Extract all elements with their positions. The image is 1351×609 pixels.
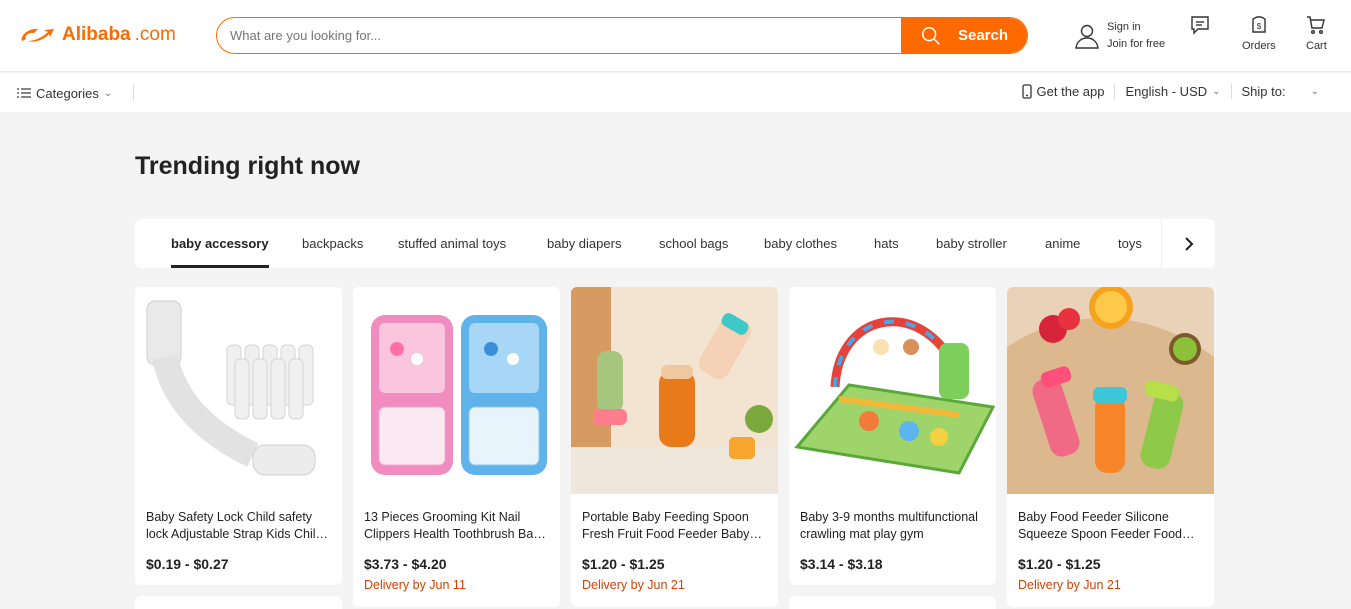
search-input[interactable] (217, 18, 901, 53)
product-card[interactable]: 13 Pieces Grooming Kit Nail Clippers Hea… (353, 287, 560, 607)
product-price: $3.73 - $4.20 (364, 556, 447, 572)
get-app-label: Get the app (1036, 84, 1105, 99)
product-card[interactable]: Baby Food Feeder Silicone Squeeze Spoon … (1007, 287, 1214, 607)
cart-label: Cart (1306, 40, 1327, 52)
product-image-feeding-spoon[interactable] (571, 287, 778, 494)
product-price: $0.19 - $0.27 (146, 556, 229, 572)
ship-to-selector[interactable]: Ship to: ⌄ (1230, 84, 1329, 99)
search-button-label: Search (957, 27, 1009, 44)
tab-hats[interactable]: hats (874, 236, 899, 251)
product-image-safety-lock[interactable] (135, 287, 342, 494)
trending-tabs: baby accessory backpacks stuffed animal … (135, 219, 1215, 268)
logo-suffix: .com (134, 24, 176, 45)
product-name[interactable]: Baby 3-9 months multifunctional crawling… (800, 509, 986, 543)
ship-to-label: Ship to: (1241, 84, 1286, 99)
tabs-next-button[interactable] (1161, 219, 1215, 268)
product-card[interactable]: Baby 3-9 months multifunctional crawling… (789, 287, 996, 585)
chevron-down-icon: ⌄ (103, 87, 113, 99)
subnav-right: Get the app English - USD ⌄ Ship to: ⌄ (1012, 84, 1329, 99)
categories-menu[interactable]: Categories ⌄ (17, 85, 135, 101)
product-name[interactable]: Portable Baby Feeding Spoon Fresh Fruit … (582, 509, 768, 543)
signin-area[interactable]: Sign in Join for free (1073, 19, 1165, 53)
search-button[interactable]: Search (901, 18, 1027, 53)
cart-button[interactable]: Cart (1306, 15, 1327, 52)
chevron-right-icon (1184, 236, 1193, 251)
tab-toys[interactable]: toys (1118, 236, 1142, 251)
product-price: $1.20 - $1.25 (1018, 556, 1101, 572)
signin-link[interactable]: Sign in (1107, 19, 1165, 36)
tab-baby-diapers[interactable]: baby diapers (547, 236, 621, 251)
phone-icon (1021, 84, 1032, 99)
product-price: $3.14 - $3.18 (800, 556, 883, 572)
delivery-estimate: Delivery by Jun 21 (1018, 578, 1121, 592)
list-icon (17, 88, 31, 98)
delivery-estimate: Delivery by Jun 21 (582, 578, 685, 592)
chevron-down-icon: ⌄ (1310, 86, 1319, 97)
product-card-peek[interactable] (135, 596, 342, 609)
product-image-play-mat[interactable] (789, 287, 996, 494)
cart-icon (1307, 16, 1326, 34)
product-image-grooming-kit[interactable] (353, 287, 560, 494)
top-header: Alibaba.com Search Sign in Join for free… (0, 0, 1351, 72)
tab-baby-stroller[interactable]: baby stroller (936, 236, 1007, 251)
product-name[interactable]: 13 Pieces Grooming Kit Nail Clippers Hea… (364, 509, 550, 543)
product-name[interactable]: Baby Safety Lock Child safety lock Adjus… (146, 509, 332, 543)
divider (133, 85, 135, 101)
chevron-down-icon: ⌄ (1212, 86, 1221, 97)
product-image-food-feeder[interactable] (1007, 287, 1214, 494)
tab-backpacks[interactable]: backpacks (302, 236, 363, 251)
alibaba-logo[interactable]: Alibaba .com (18, 24, 176, 46)
language-currency-selector[interactable]: English - USD ⌄ (1114, 84, 1230, 99)
tab-anime[interactable]: anime (1045, 236, 1080, 251)
orders-button[interactable]: $ Orders (1242, 15, 1276, 52)
get-app-link[interactable]: Get the app (1012, 84, 1115, 99)
svg-text:$: $ (1257, 22, 1262, 31)
messages-button[interactable] (1190, 15, 1210, 35)
tab-stuffed-animal-toys[interactable]: stuffed animal toys (398, 236, 506, 251)
orders-label: Orders (1242, 40, 1276, 52)
orders-icon: $ (1252, 16, 1266, 33)
product-card-peek[interactable] (789, 596, 996, 609)
join-link[interactable]: Join for free (1107, 36, 1165, 53)
categories-label: Categories (36, 85, 99, 101)
page-title: Trending right now (135, 152, 360, 180)
alibaba-logo-icon (21, 28, 54, 42)
logo-text: Alibaba (62, 24, 131, 45)
product-name[interactable]: Baby Food Feeder Silicone Squeeze Spoon … (1018, 509, 1204, 543)
search-bar: Search (216, 17, 1028, 54)
tab-baby-accessory[interactable]: baby accessory (171, 236, 269, 268)
delivery-estimate: Delivery by Jun 11 (364, 578, 466, 592)
message-icon (1191, 16, 1209, 35)
user-icon (1075, 24, 1099, 49)
product-card[interactable]: Portable Baby Feeding Spoon Fresh Fruit … (571, 287, 778, 607)
product-card[interactable]: Baby Safety Lock Child safety lock Adjus… (135, 287, 342, 585)
product-price: $1.20 - $1.25 (582, 556, 665, 572)
tab-school-bags[interactable]: school bags (659, 236, 728, 251)
tab-baby-clothes[interactable]: baby clothes (764, 236, 837, 251)
search-icon (921, 26, 940, 45)
language-label: English - USD (1125, 84, 1208, 99)
sub-navigation: Categories ⌄ Get the app English - USD ⌄… (0, 73, 1351, 112)
